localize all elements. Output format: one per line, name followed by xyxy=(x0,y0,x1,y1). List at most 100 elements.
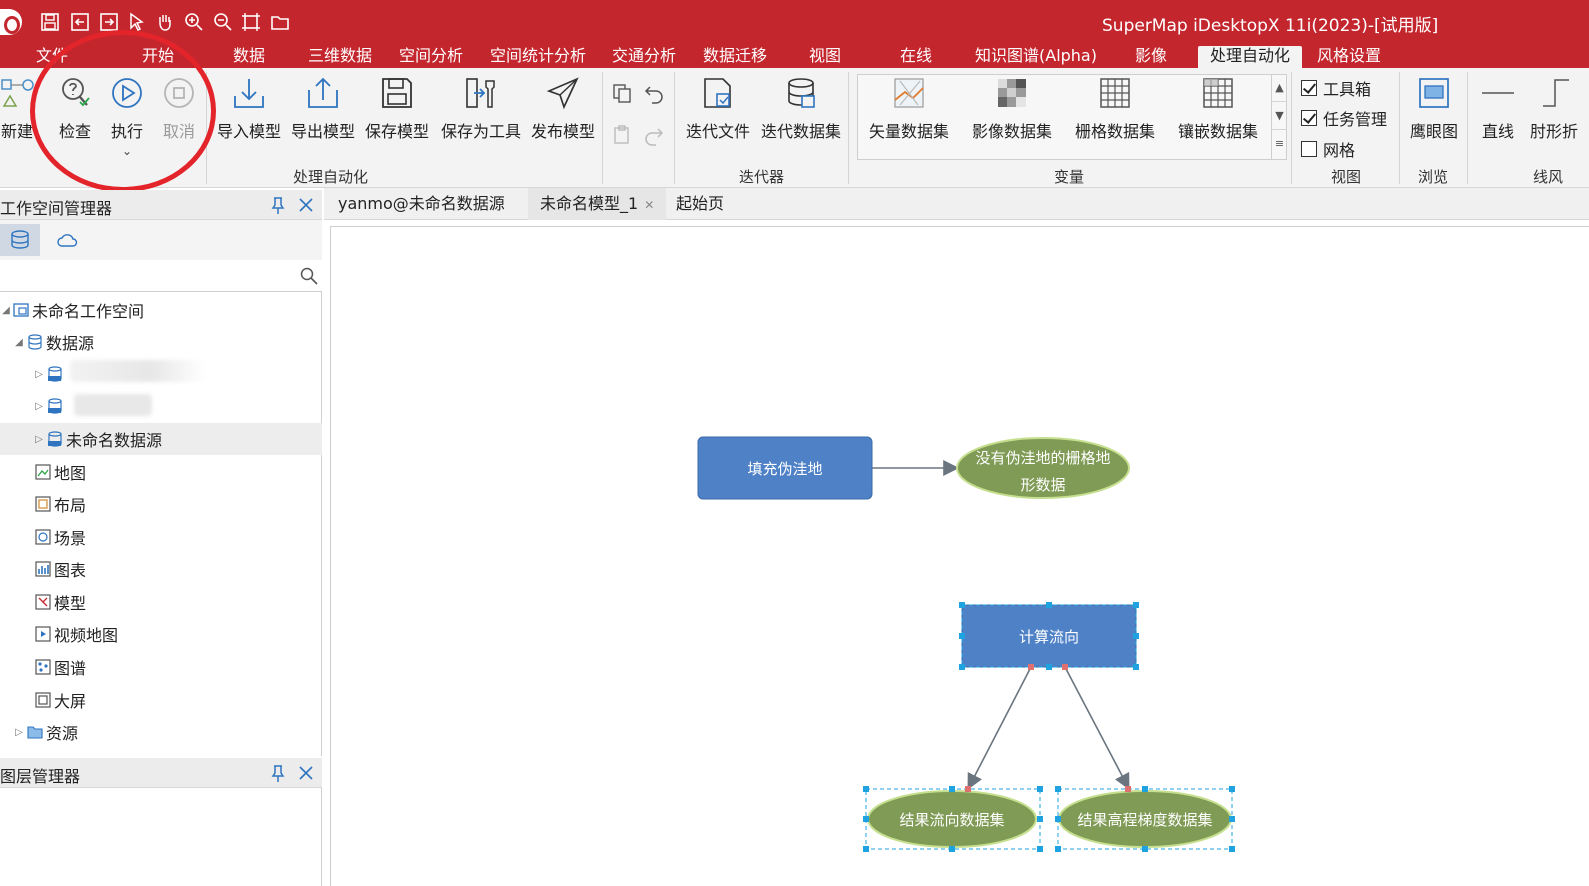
gallery-up-icon[interactable]: ▲ xyxy=(1272,74,1287,102)
tab-file[interactable]: 文件 xyxy=(36,46,68,68)
run-button[interactable]: 执行 ⌄ xyxy=(110,74,144,158)
cloud-datasource-icon[interactable] xyxy=(48,224,88,256)
gallery-down-icon[interactable]: ▼ xyxy=(1272,102,1287,130)
selection-handle[interactable] xyxy=(959,633,965,639)
selection-handle[interactable] xyxy=(1133,633,1139,639)
undo-icon[interactable] xyxy=(643,82,665,104)
connection-port[interactable] xyxy=(965,786,971,792)
data-node-elevation-gradient-result[interactable]: 结果高程梯度数据集 xyxy=(1055,786,1235,852)
tree-item-scene[interactable]: 场景 xyxy=(34,521,86,553)
tree-item-resources[interactable]: ▷ 资源 xyxy=(12,716,78,748)
tab-style-settings[interactable]: 风格设置 xyxy=(1317,46,1381,68)
tab-home[interactable]: 开始 xyxy=(142,46,174,68)
tab-data[interactable]: 数据 xyxy=(233,46,265,68)
tab-imagery[interactable]: 影像 xyxy=(1135,46,1167,68)
selection-handle[interactable] xyxy=(949,846,955,852)
tab-spatial-statistics[interactable]: 空间统计分析 xyxy=(490,46,586,68)
selection-handle[interactable] xyxy=(863,846,869,852)
selection-handle[interactable] xyxy=(1037,816,1043,822)
selection-handle[interactable] xyxy=(1055,816,1061,822)
selection-handle[interactable] xyxy=(949,786,955,792)
edge-flow-to-gradient-result[interactable] xyxy=(1064,666,1130,790)
selection-handle[interactable] xyxy=(1133,602,1139,608)
tree-item-datasources[interactable]: ◢ 数据源 xyxy=(12,326,322,358)
selection-handle[interactable] xyxy=(1046,602,1052,608)
tree-item-map[interactable]: 地图 xyxy=(34,456,86,488)
straight-line-button[interactable]: 直线 xyxy=(1481,74,1515,142)
tree-item-model[interactable]: 模型 xyxy=(34,586,86,618)
grid-checkbox[interactable]: 网格 xyxy=(1301,137,1355,161)
doc-tab-model[interactable]: 未命名模型_1 ✕ xyxy=(528,188,667,220)
tree-item-graph[interactable]: 图谱 xyxy=(34,651,86,683)
collapsed-icon[interactable]: ▷ xyxy=(12,727,26,738)
save-icon[interactable] xyxy=(40,12,60,32)
process-node-fill-depressions[interactable]: 填充伪洼地 xyxy=(697,436,873,500)
cancel-button[interactable]: 取消 xyxy=(162,74,196,142)
selection-handle[interactable] xyxy=(1142,786,1148,792)
selection-handle[interactable] xyxy=(1229,816,1235,822)
tab-online[interactable]: 在线 xyxy=(900,46,932,68)
doc-tab-start-page[interactable]: 起始页 xyxy=(664,188,736,220)
tab-knowledge-graph[interactable]: 知识图谱(Alpha) xyxy=(975,46,1097,68)
selection-handle[interactable] xyxy=(1229,846,1235,852)
expanded-icon[interactable]: ◢ xyxy=(12,337,26,348)
check-button[interactable]: 检查 xyxy=(58,74,92,142)
expanded-icon[interactable]: ◢ xyxy=(0,305,12,316)
workspace-search-input[interactable] xyxy=(4,263,294,289)
close-icon[interactable] xyxy=(296,195,316,215)
save-as-tool-button[interactable]: 保存为工具 xyxy=(441,74,521,142)
import-model-button[interactable]: 导入模型 xyxy=(217,74,281,142)
doc-tab-datasource[interactable]: yanmo@未命名数据源 xyxy=(326,188,517,220)
select-arrow-icon[interactable] xyxy=(127,12,147,32)
image-dataset-button[interactable]: 影像数据集 xyxy=(972,74,1052,142)
export-model-button[interactable]: 导出模型 xyxy=(291,74,355,142)
edge-flow-to-direction-result[interactable] xyxy=(967,666,1032,790)
close-tab-icon[interactable]: ✕ xyxy=(644,198,654,212)
connection-port[interactable] xyxy=(1062,664,1068,670)
model-canvas[interactable]: 填充伪洼地 没有伪洼地的栅格地 形数据 计算流向 结果流向数据集 结果高程梯度数… xyxy=(330,226,1589,886)
tree-item-workspace[interactable]: ◢ 未命名工作空间 xyxy=(0,294,322,326)
redo-icon[interactable] xyxy=(643,124,665,146)
task-manager-checkbox[interactable]: 任务管理 xyxy=(1301,106,1387,130)
data-node-no-depression-grid[interactable]: 没有伪洼地的栅格地 形数据 xyxy=(956,437,1130,499)
close-icon[interactable] xyxy=(296,763,316,783)
copy-icon[interactable] xyxy=(611,82,633,104)
tree-item-big-screen[interactable]: 大屏 xyxy=(34,684,86,716)
gallery-scrollbar[interactable]: ▲ ▼ ≡ xyxy=(1271,74,1287,160)
selection-handle[interactable] xyxy=(1055,846,1061,852)
new-model-button[interactable]: 新建 xyxy=(0,74,34,142)
search-icon[interactable] xyxy=(300,267,318,285)
connection-port[interactable] xyxy=(1125,786,1131,792)
tree-item-layout[interactable]: 布局 xyxy=(34,488,86,520)
selection-handle[interactable] xyxy=(863,816,869,822)
tab-3d-data[interactable]: 三维数据 xyxy=(308,46,372,68)
chevron-down-icon[interactable]: ⌄ xyxy=(122,144,132,158)
iterate-dataset-button[interactable]: 迭代数据集 xyxy=(761,74,841,142)
tab-data-migration[interactable]: 数据迁移 xyxy=(703,46,767,68)
zoom-out-icon[interactable] xyxy=(213,12,233,32)
publish-model-button[interactable]: 发布模型 xyxy=(531,74,595,142)
toolbox-checkbox[interactable]: 工具箱 xyxy=(1301,76,1371,100)
elbow-line-button[interactable]: 肘形折 xyxy=(1530,74,1578,142)
selection-handle[interactable] xyxy=(1229,786,1235,792)
selection-handle[interactable] xyxy=(1037,786,1043,792)
iterate-file-button[interactable]: 迭代文件 xyxy=(686,74,750,142)
pin-icon[interactable] xyxy=(270,196,286,214)
collapsed-icon[interactable]: ▷ xyxy=(32,369,46,380)
open-folder-icon[interactable] xyxy=(270,12,290,32)
export-icon[interactable] xyxy=(99,12,119,32)
paste-icon[interactable] xyxy=(611,124,633,146)
process-node-flow-direction[interactable]: 计算流向 xyxy=(959,602,1139,670)
import-icon[interactable] xyxy=(70,12,90,32)
connection-port[interactable] xyxy=(1028,664,1034,670)
grid-dataset-button[interactable]: 栅格数据集 xyxy=(1075,74,1155,142)
selection-handle[interactable] xyxy=(959,602,965,608)
tab-view[interactable]: 视图 xyxy=(809,46,841,68)
selection-handle[interactable] xyxy=(1142,846,1148,852)
selection-handle[interactable] xyxy=(1133,664,1139,670)
tree-item-unnamed-datasource[interactable]: ▷ 未命名数据源 xyxy=(0,423,322,455)
selection-handle[interactable] xyxy=(863,786,869,792)
selection-handle[interactable] xyxy=(1055,786,1061,792)
gallery-expand-icon[interactable]: ≡ xyxy=(1272,130,1287,158)
selection-handle[interactable] xyxy=(959,664,965,670)
